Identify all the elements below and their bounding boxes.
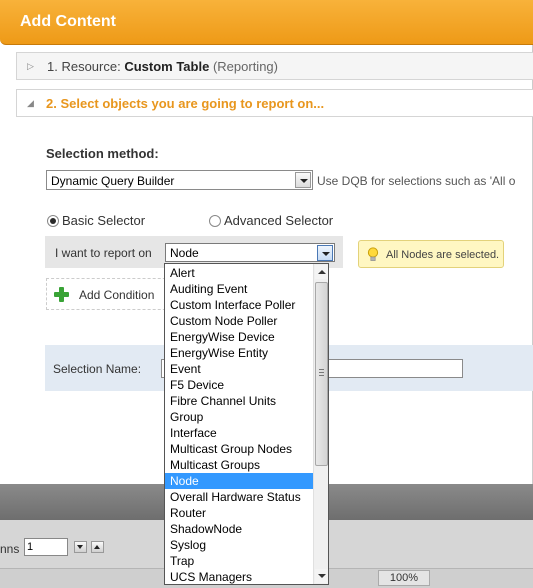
report-on-label: I want to report on: [55, 246, 152, 260]
report-on-select[interactable]: Node: [165, 243, 335, 262]
dropdown-option[interactable]: Alert: [165, 265, 313, 281]
plus-icon: [54, 287, 69, 302]
scroll-thumb[interactable]: [315, 282, 328, 466]
zoom-level: 100%: [378, 570, 430, 586]
dropdown-option[interactable]: EnergyWise Entity: [165, 345, 313, 361]
dropdown-option[interactable]: Syslog: [165, 537, 313, 553]
dropdown-option[interactable]: Event: [165, 361, 313, 377]
dropdown-option[interactable]: Node: [165, 473, 313, 489]
dropdown-scrollbar[interactable]: [313, 264, 328, 584]
dropdown-option[interactable]: Interface: [165, 425, 313, 441]
dropdown-option[interactable]: Group: [165, 409, 313, 425]
dropdown-option[interactable]: Multicast Groups: [165, 457, 313, 473]
basic-selector-radio[interactable]: [47, 215, 59, 227]
report-on-value: Node: [170, 246, 199, 260]
scroll-up-icon[interactable]: [315, 265, 328, 279]
selection-method-select[interactable]: Dynamic Query Builder: [46, 170, 313, 190]
dropdown-option[interactable]: Custom Node Poller: [165, 313, 313, 329]
section-resource-name: Custom Table: [124, 59, 210, 74]
columns-label: nns: [0, 542, 20, 556]
section-select-objects[interactable]: ◢ 2. Select objects you are going to rep…: [16, 89, 533, 117]
selection-name-label: Selection Name:: [53, 362, 142, 376]
add-condition-button[interactable]: Add Condition: [46, 278, 176, 310]
dropdown-option[interactable]: Trap: [165, 553, 313, 569]
collapsed-arrow-icon: ▷: [27, 61, 34, 71]
dropdown-option[interactable]: Multicast Group Nodes: [165, 441, 313, 457]
columns-input[interactable]: [24, 538, 68, 556]
expanded-arrow-icon: ◢: [27, 98, 34, 108]
dropdown-option[interactable]: Fibre Channel Units: [165, 393, 313, 409]
dropdown-option[interactable]: UCS Managers: [165, 569, 313, 585]
dropdown-option[interactable]: Router: [165, 505, 313, 521]
dropdown-option[interactable]: ShadowNode: [165, 521, 313, 537]
basic-selector-label[interactable]: Basic Selector: [62, 213, 145, 228]
section-resource-label: 1. Resource: Custom Table (Reporting): [47, 59, 278, 74]
dropdown-option[interactable]: Overall Hardware Status: [165, 489, 313, 505]
move-down-button[interactable]: [74, 541, 87, 553]
dialog-title: Add Content: [20, 13, 116, 30]
section-resource[interactable]: ▷ 1. Resource: Custom Table (Reporting): [16, 52, 533, 80]
scroll-down-icon[interactable]: [315, 569, 328, 583]
grip-icon: [319, 369, 324, 376]
report-on-dropdown-list[interactable]: Alert Auditing Event Custom Interface Poll…: [164, 263, 329, 585]
dropdown-option[interactable]: Custom Interface Poller: [165, 297, 313, 313]
dropdown-option[interactable]: F5 Device: [165, 377, 313, 393]
selection-method-hint: Use DQB for selections such as 'All o: [317, 174, 516, 188]
selection-notice: All Nodes are selected.: [358, 240, 504, 268]
section-select-objects-title: 2. Select objects you are going to repor…: [46, 96, 325, 111]
selection-method-value: Dynamic Query Builder: [51, 174, 175, 188]
advanced-selector-label[interactable]: Advanced Selector: [224, 213, 333, 228]
dropdown-option[interactable]: EnergyWise Device: [165, 329, 313, 345]
selection-method-label: Selection method:: [46, 146, 159, 161]
advanced-selector-radio[interactable]: [209, 215, 221, 227]
chevron-down-icon[interactable]: [295, 172, 311, 188]
move-up-button[interactable]: [91, 541, 104, 553]
lightbulb-icon: [367, 247, 379, 261]
add-condition-label: Add Condition: [79, 288, 155, 302]
section-resource-sub: (Reporting): [212, 59, 278, 74]
chevron-down-icon[interactable]: [317, 245, 333, 261]
dialog-header: Add Content: [0, 0, 533, 45]
notice-text: All Nodes are selected.: [386, 249, 500, 261]
section-resource-prefix: 1. Resource:: [47, 59, 125, 74]
dropdown-option[interactable]: Auditing Event: [165, 281, 313, 297]
